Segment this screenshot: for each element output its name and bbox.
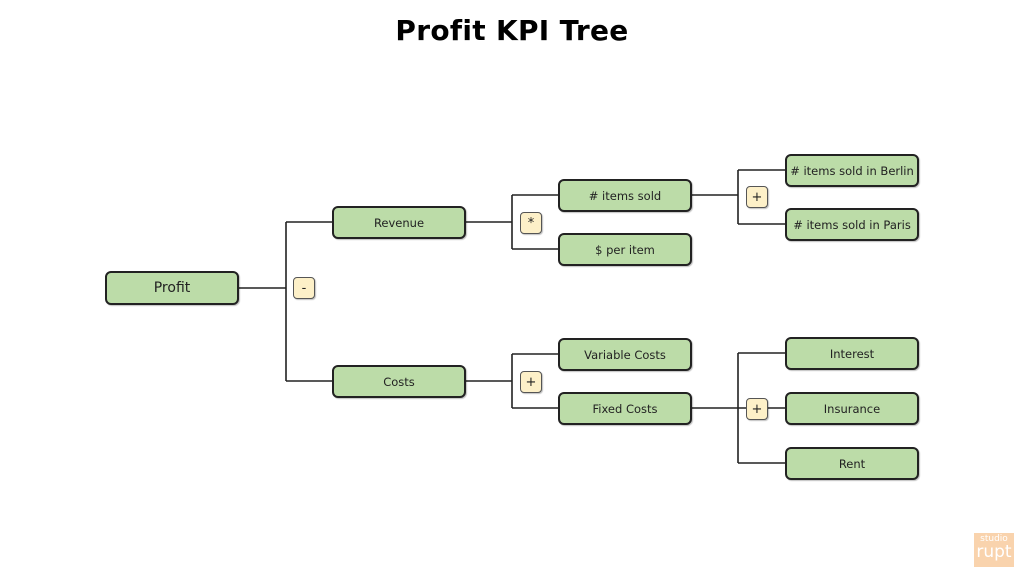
operator-plus: + [746,398,768,420]
node-label: # items sold in Berlin [790,163,914,178]
node-items-sold[interactable]: # items sold [558,179,692,212]
node-label: Revenue [373,215,425,230]
node-label: Insurance [823,401,881,416]
node-items-sold-berlin[interactable]: # items sold in Berlin [785,154,919,187]
node-fixed-costs[interactable]: Fixed Costs [558,392,692,425]
node-rent[interactable]: Rent [785,447,919,480]
node-interest[interactable]: Interest [785,337,919,370]
node-label: Rent [838,456,866,471]
operator-minus: - [293,277,315,299]
node-profit[interactable]: Profit [105,271,239,305]
connector-profit [238,221,333,382]
logo-line-2: rupt [976,542,1012,562]
node-costs[interactable]: Costs [332,365,466,398]
operator-plus: + [746,186,768,208]
node-per-item[interactable]: $ per item [558,233,692,266]
operator-multiply: * [520,212,542,234]
node-label: Costs [383,374,415,389]
node-label: Profit [153,280,191,296]
connector-items-sold [691,169,786,225]
node-label: # items sold in Paris [793,217,911,232]
operator-plus: + [520,371,542,393]
node-label: Variable Costs [584,347,666,362]
node-label: $ per item [595,242,655,257]
node-items-sold-paris[interactable]: # items sold in Paris [785,208,919,241]
connector-costs [465,353,559,409]
connector-revenue [465,194,559,250]
connector-fixed-costs [691,352,786,464]
node-insurance[interactable]: Insurance [785,392,919,425]
node-variable-costs[interactable]: Variable Costs [558,338,692,371]
node-label: Fixed Costs [592,401,658,416]
studio-logo: studio rupt [974,533,1014,567]
node-revenue[interactable]: Revenue [332,206,466,239]
node-label: # items sold [588,188,662,203]
node-label: Interest [829,346,875,361]
